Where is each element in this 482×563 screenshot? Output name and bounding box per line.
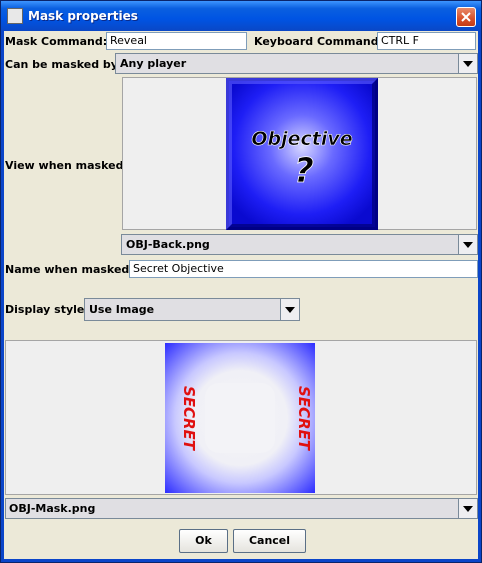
chevron-down-icon xyxy=(463,61,473,67)
chevron-down-icon xyxy=(463,506,473,512)
question-mark-text: ? xyxy=(294,151,314,191)
masked-image-file: OBJ-Back.png xyxy=(126,238,210,251)
name-when-masked-label: Name when masked: xyxy=(5,263,134,276)
display-style-value: Use Image xyxy=(89,303,155,316)
objective-back-image: Objective ? xyxy=(226,78,378,230)
filler-panel xyxy=(300,279,474,336)
keyboard-command-label: Keyboard Command: xyxy=(254,35,384,48)
masked-view-image-panel: Objective ? xyxy=(122,77,477,230)
dropdown-arrow-button[interactable] xyxy=(458,499,477,518)
mask-command-input[interactable]: Reveal xyxy=(106,32,247,50)
keyboard-command-input[interactable]: CTRL F xyxy=(377,32,476,50)
dropdown-arrow-button[interactable] xyxy=(280,299,299,320)
ok-button[interactable]: Ok xyxy=(179,529,228,553)
dialog-content: Mask Command: Reveal Keyboard Command: C… xyxy=(4,31,478,559)
mask-command-label: Mask Command: xyxy=(5,35,108,48)
cancel-button[interactable]: Cancel xyxy=(233,529,306,553)
title-bar[interactable]: Mask properties xyxy=(1,1,481,31)
window-title: Mask properties xyxy=(28,9,138,23)
masked-by-value: Any player xyxy=(120,57,187,70)
secret-mask-image: SECRET SECRET xyxy=(165,343,315,493)
display-style-dropdown[interactable]: Use Image xyxy=(84,298,300,321)
mask-image-dropdown[interactable]: OBJ-Mask.png xyxy=(5,498,478,519)
secret-text-left: SECRET xyxy=(180,386,198,452)
close-icon xyxy=(461,12,471,22)
masked-image-dropdown[interactable]: OBJ-Back.png xyxy=(121,234,478,255)
chevron-down-icon xyxy=(285,307,295,313)
mask-image-file: OBJ-Mask.png xyxy=(9,502,96,515)
name-when-masked-input[interactable]: Secret Objective xyxy=(129,260,478,278)
chevron-down-icon xyxy=(463,242,473,248)
dropdown-arrow-button[interactable] xyxy=(458,235,477,254)
close-button[interactable] xyxy=(456,7,476,27)
dropdown-arrow-button[interactable] xyxy=(458,54,477,73)
display-style-label: Display style: xyxy=(5,303,89,316)
objective-text: Objective xyxy=(251,128,352,150)
mask-image-panel: SECRET SECRET xyxy=(5,340,477,495)
mask-properties-window: Mask properties Mask Command: Reveal Key… xyxy=(0,0,482,563)
coffee-cup-icon xyxy=(7,8,23,24)
masked-by-label: Can be masked by: xyxy=(5,58,123,71)
secret-text-right: SECRET xyxy=(295,386,313,452)
view-when-masked-label: View when masked: xyxy=(5,159,128,172)
masked-by-dropdown[interactable]: Any player xyxy=(115,53,478,74)
